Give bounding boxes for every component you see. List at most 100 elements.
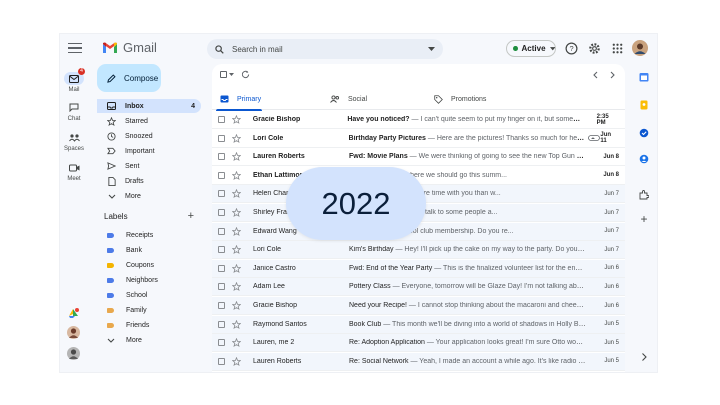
email-row[interactable]: Lauren, me 2 Re: Adoption Application — Y… (212, 334, 625, 353)
label-school[interactable]: School (107, 289, 197, 301)
select-all-checkbox[interactable] (220, 71, 227, 78)
add-addon-icon[interactable]: + (639, 213, 649, 225)
star-icon[interactable] (231, 133, 241, 143)
email-row[interactable]: Lori Cole Kim's Birthday — Hey! I'll pick… (212, 241, 625, 260)
label-family[interactable]: Family (107, 304, 197, 316)
row-checkbox[interactable] (218, 190, 225, 198)
label-friends[interactable]: Friends (107, 319, 197, 331)
label-name: School (126, 291, 148, 299)
star-icon[interactable] (232, 226, 241, 236)
email-row[interactable]: Janice Castro Fwd: End of the Year Party … (212, 259, 625, 278)
chevron-down-icon[interactable] (229, 73, 234, 76)
email-row[interactable]: Lauren Roberts Re: Social Network — Yeah,… (212, 352, 625, 371)
rail-spaces-label: Spaces (63, 146, 84, 152)
label-tag-icon (107, 322, 114, 328)
chevron-right-icon[interactable] (610, 71, 616, 79)
calendar-icon[interactable] (639, 72, 649, 82)
search-icon[interactable] (215, 44, 224, 54)
row-checkbox[interactable] (218, 134, 225, 142)
row-checkbox[interactable] (218, 227, 225, 235)
email-row[interactable]: Gracie Bishop Have you noticed? — I can't… (212, 111, 625, 129)
list-toolbar (212, 64, 625, 86)
compose-button[interactable]: Compose (97, 64, 161, 92)
star-icon[interactable] (232, 152, 241, 162)
contact-avatar-1[interactable] (67, 326, 80, 339)
row-checkbox[interactable] (218, 283, 225, 291)
star-icon[interactable] (231, 115, 241, 124)
add-label-icon[interactable]: + (188, 211, 194, 222)
row-checkbox[interactable] (218, 171, 225, 179)
chevron-left-icon[interactable] (592, 71, 598, 79)
status-selector[interactable]: Active (506, 40, 556, 57)
main-menu-icon[interactable] (68, 43, 82, 53)
label-coupons[interactable]: Coupons (107, 259, 197, 271)
apps-grid-icon[interactable] (611, 42, 624, 55)
keep-icon[interactable] (639, 100, 649, 110)
folder-inbox[interactable]: Inbox 4 (97, 99, 201, 113)
refresh-icon[interactable] (241, 70, 250, 79)
row-checkbox[interactable] (218, 302, 225, 309)
search-bar[interactable]: Search in mail (207, 39, 443, 59)
star-icon[interactable] (232, 282, 241, 292)
star-icon[interactable] (232, 245, 241, 255)
email-row[interactable]: Gracie Bishop Need your Recipe! — I canno… (212, 297, 625, 315)
search-options-icon[interactable] (428, 46, 435, 52)
row-checkbox[interactable] (218, 246, 225, 254)
tasks-icon[interactable] (639, 128, 649, 138)
label-bank[interactable]: Bank (107, 244, 197, 256)
email-date: Jun 6 (604, 265, 619, 272)
row-checkbox[interactable] (218, 153, 225, 161)
folder-snoozed[interactable]: Snoozed (97, 129, 201, 143)
star-icon[interactable] (232, 170, 241, 180)
email-subject: Kim's Birthday (349, 246, 394, 254)
email-row[interactable]: Raymond Santos Book Club — This month we'… (212, 315, 625, 334)
email-subject-line: Fwd: End of the Year Party — This is the… (349, 265, 586, 272)
settings-gear-icon[interactable] (588, 42, 601, 55)
tab-social[interactable]: Social (322, 88, 432, 110)
email-subject-line: Have you noticed? — I can't quite seem t… (347, 116, 580, 123)
email-snippet: — I can't quite seem to put my finger on… (409, 116, 581, 123)
contact-avatar-2[interactable] (67, 347, 80, 360)
tab-promotions[interactable]: Promotions (426, 88, 536, 110)
email-row[interactable]: Lori Cole Birthday Party Pictures — Here … (212, 129, 625, 148)
google-workspace-icon[interactable] (67, 306, 80, 319)
email-row[interactable]: Adam Lee Pottery Class — Everyone, tomorr… (212, 278, 625, 297)
tab-primary[interactable]: Primary (212, 88, 322, 111)
row-checkbox[interactable] (218, 339, 225, 347)
status-label: Active (521, 44, 546, 53)
row-checkbox[interactable] (218, 357, 225, 365)
gmail-logo[interactable]: Gmail (102, 40, 157, 55)
account-avatar[interactable] (632, 40, 648, 56)
folder-more[interactable]: More (97, 189, 201, 203)
chevron-right-icon[interactable] (639, 352, 649, 362)
draft-icon (107, 176, 116, 186)
photo-attachment-icon[interactable] (588, 135, 601, 141)
row-checkbox[interactable] (218, 209, 225, 216)
row-checkbox[interactable] (218, 116, 225, 123)
star-icon[interactable] (232, 301, 241, 310)
star-icon[interactable] (232, 208, 241, 217)
label-receipts[interactable]: Receipts (107, 229, 197, 241)
folder-important[interactable]: Important (97, 144, 201, 158)
rail-mail[interactable]: 4 Mail (60, 68, 88, 93)
star-icon[interactable] (232, 189, 241, 199)
search-input[interactable]: Search in mail (232, 45, 428, 54)
star-icon[interactable] (232, 356, 241, 366)
star-icon[interactable] (232, 319, 241, 329)
rail-spaces[interactable]: Spaces (60, 131, 88, 152)
star-icon[interactable] (232, 338, 241, 348)
label-neighbors[interactable]: Neighbors (107, 274, 197, 286)
help-icon[interactable]: ? (565, 42, 578, 55)
row-checkbox[interactable] (218, 264, 225, 272)
star-icon[interactable] (232, 263, 241, 273)
row-checkbox[interactable] (218, 320, 225, 328)
email-row[interactable]: Lauren Roberts Fwd: Movie Plans — We were… (212, 148, 625, 167)
labels-more[interactable]: More (107, 334, 197, 346)
rail-chat[interactable]: Chat (60, 101, 88, 122)
get-addons-icon[interactable] (639, 190, 649, 200)
folder-drafts[interactable]: Drafts (97, 174, 201, 188)
folder-sent[interactable]: Sent (97, 159, 201, 173)
contacts-icon[interactable] (639, 154, 649, 164)
folder-starred[interactable]: Starred (97, 114, 201, 128)
rail-meet[interactable]: Meet (60, 161, 88, 182)
